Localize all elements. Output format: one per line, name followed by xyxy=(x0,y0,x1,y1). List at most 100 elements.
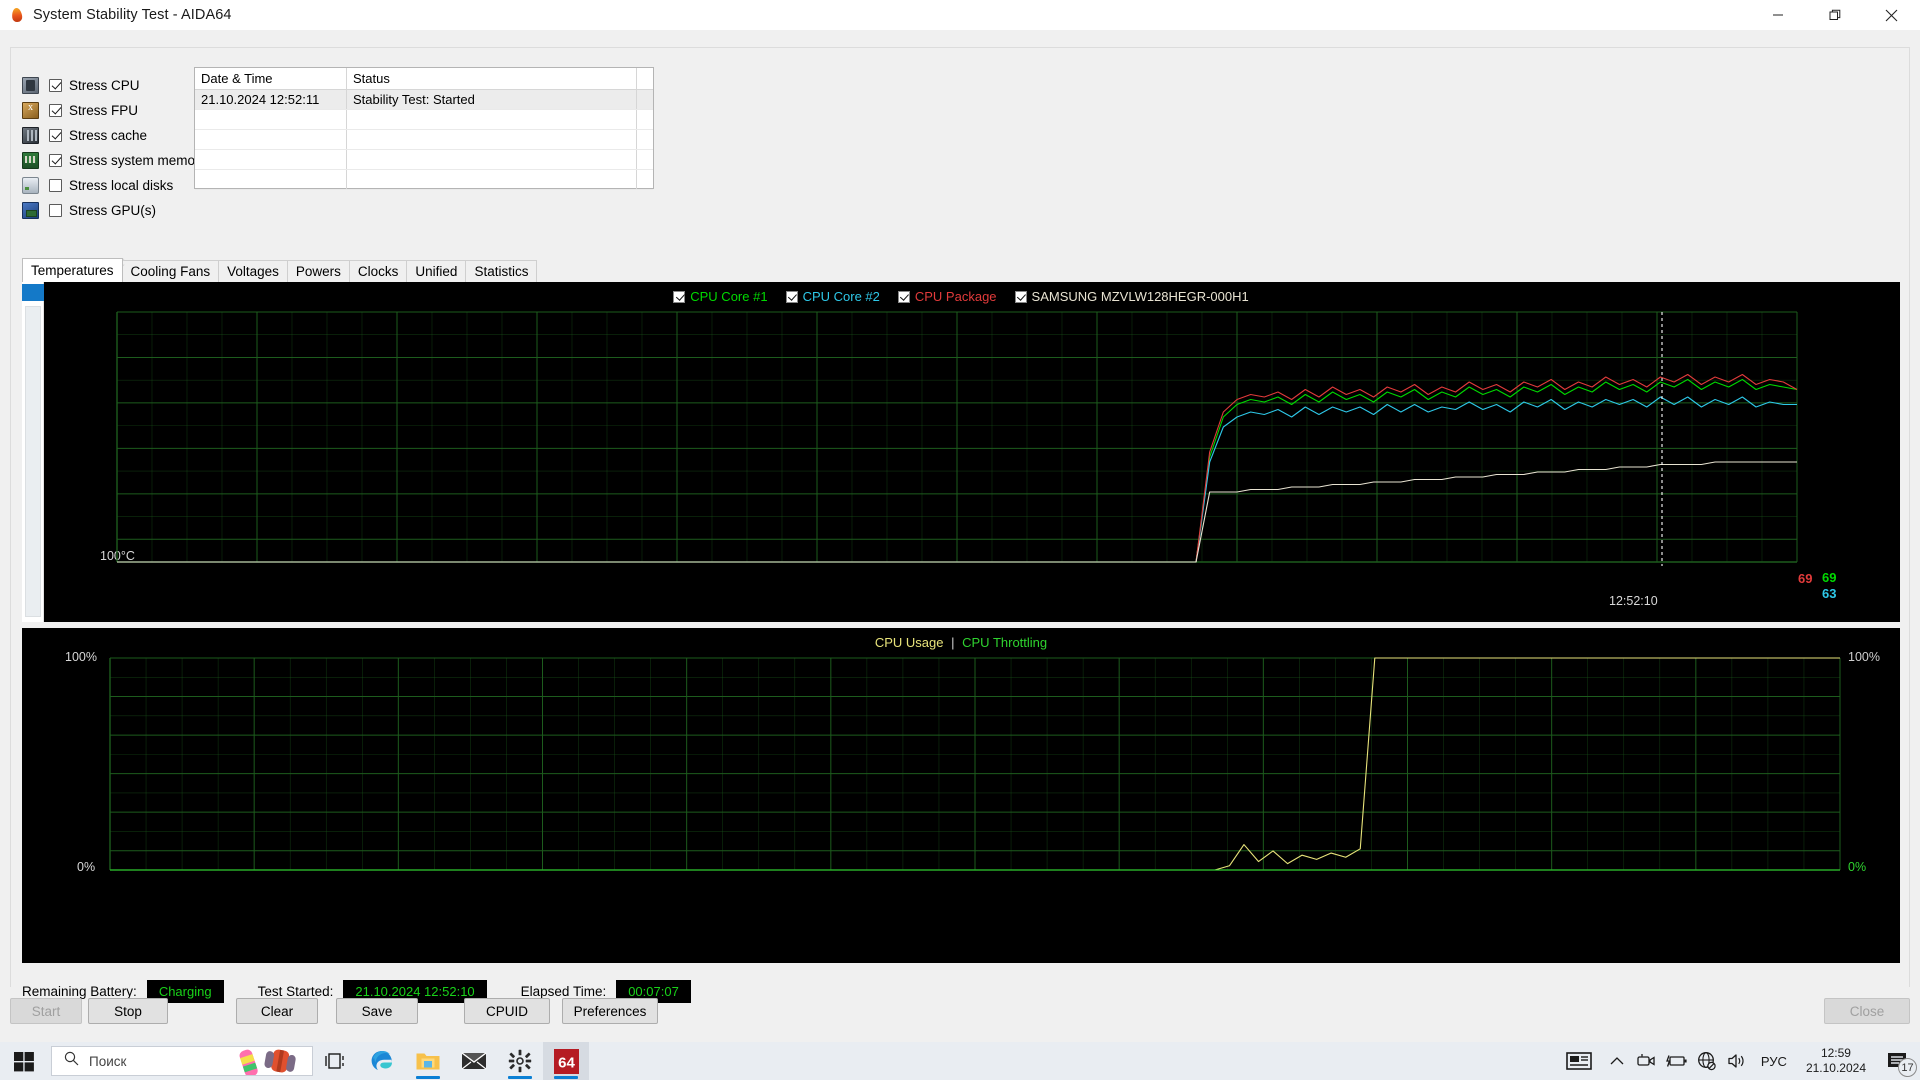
network-disconnected-icon[interactable] xyxy=(1692,1042,1722,1080)
stress-option-gpu[interactable]: Stress GPU(s) xyxy=(22,198,222,223)
temperature-plot-area xyxy=(116,311,1798,566)
restore-button[interactable] xyxy=(1806,0,1863,30)
aida64-icon[interactable]: 64 xyxy=(543,1042,589,1080)
window-title: System Stability Test - AIDA64 xyxy=(33,7,232,23)
stress-option-memory[interactable]: Stress system memory xyxy=(22,148,222,173)
minimize-button[interactable] xyxy=(1749,0,1806,30)
tab-label: Temperatures xyxy=(31,263,114,278)
legend-checkbox[interactable] xyxy=(785,290,798,303)
tab-temperatures[interactable]: Temperatures xyxy=(22,258,123,282)
stress-option-fpu[interactable]: Stress FPU xyxy=(22,98,222,123)
stress-options-list: Stress CPU Stress FPU Stress cache Stres… xyxy=(22,73,222,223)
remaining-battery-label: Remaining Battery: xyxy=(22,983,137,999)
table-row[interactable] xyxy=(195,150,653,170)
tab-voltages[interactable]: Voltages xyxy=(218,260,288,282)
stress-option-label: Stress system memory xyxy=(69,153,207,168)
legend-item-cpu-core-2[interactable]: CPU Core #2 xyxy=(785,289,880,304)
value-label-cpu-core-2: 63 xyxy=(1822,586,1837,601)
notifications-button[interactable]: 17 xyxy=(1876,1042,1920,1080)
task-view-icon[interactable] xyxy=(313,1042,359,1080)
legend-label: CPU Core #1 xyxy=(690,289,768,304)
edge-browser-icon[interactable] xyxy=(359,1042,405,1080)
search-icon xyxy=(64,1051,79,1071)
clock-time: 12:59 xyxy=(1820,1046,1851,1060)
volume-icon[interactable] xyxy=(1722,1042,1752,1080)
tab-unified[interactable]: Unified xyxy=(406,260,467,282)
save-button[interactable]: Save xyxy=(336,998,418,1024)
table-row[interactable] xyxy=(195,170,653,190)
legend-label-cpu-throttling[interactable]: CPU Throttling xyxy=(962,635,1047,650)
stress-option-cache[interactable]: Stress cache xyxy=(22,123,222,148)
start-menu-button[interactable] xyxy=(0,1042,48,1080)
tab-label: Statistics xyxy=(474,264,529,279)
table-row[interactable] xyxy=(195,110,653,130)
legend-checkbox[interactable] xyxy=(897,290,910,303)
test-started-label: Test Started: xyxy=(257,983,334,999)
legend-checkbox[interactable] xyxy=(673,290,686,303)
file-explorer-icon[interactable] xyxy=(405,1042,451,1080)
clear-button[interactable]: Clear xyxy=(236,998,318,1024)
cpu-icon xyxy=(22,77,39,94)
stop-button[interactable]: Stop xyxy=(88,998,168,1024)
stress-cache-checkbox[interactable] xyxy=(49,129,62,142)
aida64-flame-icon xyxy=(9,7,25,23)
main-panel: Stress CPU Stress FPU Stress cache Stres… xyxy=(10,47,1910,1003)
stress-local-disks-checkbox[interactable] xyxy=(49,179,62,192)
memory-icon xyxy=(22,152,39,169)
tab-label: Voltages xyxy=(227,264,279,279)
settings-gear-icon[interactable] xyxy=(497,1042,543,1080)
stress-option-label: Stress cache xyxy=(69,128,148,143)
legend-label-cpu-usage[interactable]: CPU Usage xyxy=(875,635,944,650)
mail-icon[interactable] xyxy=(451,1042,497,1080)
legend-item-samsung-ssd[interactable]: SAMSUNG MZVLW128HEGR-000H1 xyxy=(1014,289,1249,304)
status-log-table[interactable]: Date & Time Status 21.10.2024 12:52:11 S… xyxy=(194,67,654,190)
tab-label: Clocks xyxy=(357,264,399,279)
usage-chart-legend: CPU Usage | CPU Throttling xyxy=(22,635,1900,650)
news-weather-icon[interactable] xyxy=(1556,1042,1602,1080)
windows-taskbar: Поиск 64 РУС 12:59 21.10.2024 17 xyxy=(0,1042,1920,1080)
cpuid-button[interactable]: CPUID xyxy=(464,998,550,1024)
stress-memory-checkbox[interactable] xyxy=(49,154,62,167)
camera-icon[interactable] xyxy=(1632,1042,1662,1080)
table-header-row: Date & Time Status xyxy=(195,68,653,90)
preferences-button[interactable]: Preferences xyxy=(562,998,658,1024)
chevron-up-icon[interactable] xyxy=(1602,1042,1632,1080)
tab-clocks[interactable]: Clocks xyxy=(348,260,408,282)
stress-option-label: Stress FPU xyxy=(69,103,139,118)
window-controls xyxy=(1749,0,1920,30)
start-button[interactable]: Start xyxy=(10,998,82,1024)
close-button[interactable] xyxy=(1863,0,1920,30)
legend-checkbox[interactable] xyxy=(1014,290,1027,303)
battery-icon[interactable] xyxy=(1662,1042,1692,1080)
cell-status: Stability Test: Started xyxy=(347,90,637,109)
disk-icon xyxy=(22,177,39,194)
clock-datetime[interactable]: 12:59 21.10.2024 xyxy=(1796,1046,1876,1076)
taskbar-search-box[interactable]: Поиск xyxy=(51,1046,313,1076)
close-dialog-button[interactable]: Close xyxy=(1824,998,1910,1024)
stress-fpu-checkbox[interactable] xyxy=(49,104,62,117)
time-marker-label: 12:52:10 xyxy=(1609,594,1658,608)
stress-option-cpu[interactable]: Stress CPU xyxy=(22,73,222,98)
column-header-spacer xyxy=(637,68,653,89)
svg-text:64: 64 xyxy=(558,1054,575,1071)
legend-label: CPU Package xyxy=(914,289,997,304)
stress-option-local-disks[interactable]: Stress local disks xyxy=(22,173,222,198)
elapsed-time-label: Elapsed Time: xyxy=(520,983,607,999)
window-client-area: Stress CPU Stress FPU Stress cache Stres… xyxy=(0,30,1920,1050)
clock-date: 21.10.2024 xyxy=(1805,1061,1866,1075)
temperature-chart-legend: CPU Core #1 CPU Core #2 CPU Package SAMS… xyxy=(22,289,1900,304)
table-row[interactable]: 21.10.2024 12:52:11 Stability Test: Star… xyxy=(195,90,653,110)
cpu-usage-chart[interactable]: CPU Usage | CPU Throttling 100% 0% 100% … xyxy=(22,628,1900,963)
stress-gpu-checkbox[interactable] xyxy=(49,204,62,217)
temperatures-chart[interactable]: CPU Core #1 CPU Core #2 CPU Package SAMS… xyxy=(22,256,1900,660)
tab-powers[interactable]: Powers xyxy=(286,260,350,282)
tab-cooling-fans[interactable]: Cooling Fans xyxy=(121,260,220,282)
table-row[interactable] xyxy=(195,130,653,150)
stress-cpu-checkbox[interactable] xyxy=(49,79,62,92)
language-indicator[interactable]: РУС xyxy=(1752,1054,1796,1069)
legend-item-cpu-core-1[interactable]: CPU Core #1 xyxy=(673,289,768,304)
legend-item-cpu-package[interactable]: CPU Package xyxy=(897,289,997,304)
tab-statistics[interactable]: Statistics xyxy=(465,260,538,282)
legend-label: CPU Core #2 xyxy=(802,289,880,304)
cell-spacer xyxy=(637,90,653,109)
